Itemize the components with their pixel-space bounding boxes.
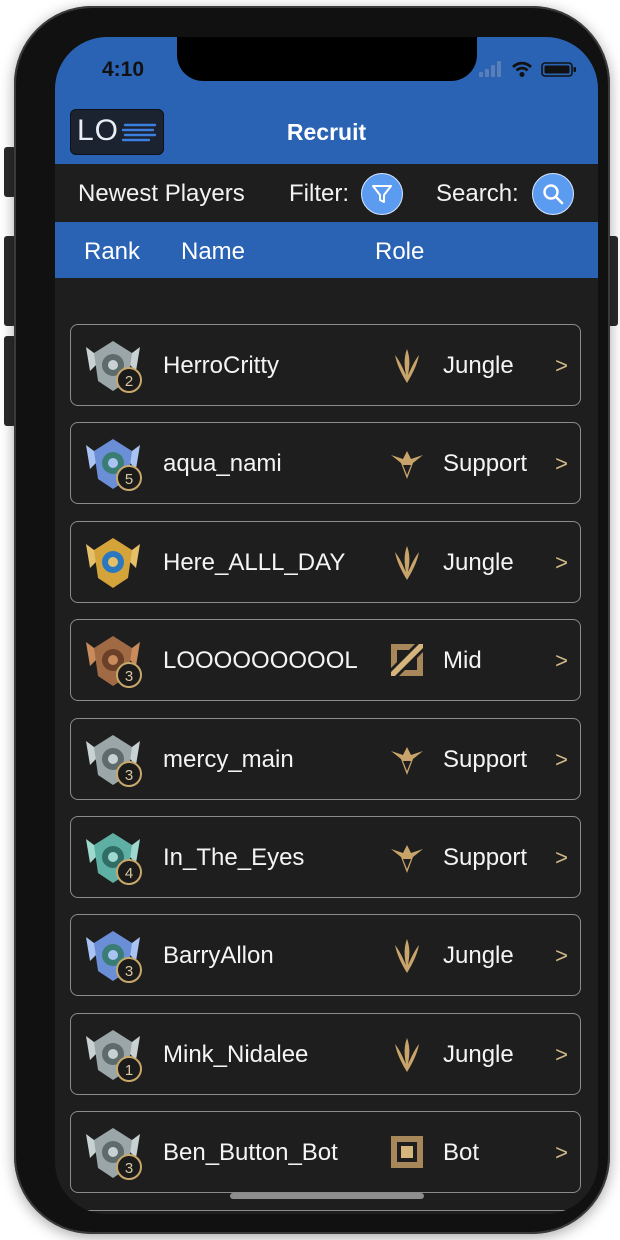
player-list[interactable]: 2 HerroCritty Jungle >5 aqua_nami Support > Her… (55, 278, 598, 1214)
rank-division-badge: 2 (116, 367, 142, 393)
chevron-right-icon: > (555, 451, 568, 477)
nav-bar: 4:10 LO Recruit (55, 37, 598, 164)
player-role: Support (443, 745, 528, 773)
column-rank: Rank (84, 238, 141, 265)
support-icon (391, 451, 423, 480)
player-row[interactable] (70, 1209, 581, 1214)
player-role: Bot (443, 1139, 480, 1167)
search-label: Search: (436, 180, 519, 207)
battery-icon (541, 62, 576, 77)
mid-icon (391, 644, 423, 677)
jungle-icon (395, 349, 419, 383)
search-icon (543, 184, 564, 205)
jungle-icon (395, 1037, 419, 1072)
player-row[interactable]: 5 aqua_nami Support > (70, 422, 581, 505)
filter-button[interactable] (361, 173, 403, 215)
player-row[interactable]: Here_ALLL_DAY Jungle > (70, 520, 581, 603)
wifi-icon (512, 61, 532, 77)
player-name: HerroCritty (163, 352, 280, 379)
status-time: 4:10 (102, 58, 145, 81)
status-icons (479, 61, 576, 77)
section-label: Newest Players (78, 180, 245, 207)
rank-division-badge: 3 (116, 1154, 142, 1181)
notch (177, 37, 477, 81)
column-name: Name (181, 238, 246, 265)
chevron-right-icon: > (555, 943, 568, 969)
player-row[interactable]: 3 LOOOOOOOOOL Mid > (70, 619, 581, 702)
player-name: Here_ALLL_DAY (163, 548, 346, 576)
support-icon (391, 845, 423, 873)
column-role: Role (375, 238, 425, 265)
player-row[interactable]: 2 HerroCritty Jungle > (70, 324, 581, 406)
player-name: BarryAllon (163, 942, 274, 970)
player-role: Jungle (443, 352, 514, 379)
chevron-right-icon: > (555, 746, 568, 772)
player-role: Jungle (443, 942, 514, 970)
player-row[interactable]: 3 BarryAllon Jungle > (70, 914, 581, 997)
support-icon (391, 746, 423, 775)
jungle-icon (395, 545, 419, 580)
player-row[interactable]: 1 Mink_Nidalee Jungle > (70, 1012, 581, 1095)
rank-division-badge: 1 (116, 1055, 142, 1082)
bot-icon (391, 1136, 423, 1169)
filter-label: Filter: (289, 180, 349, 207)
player-row[interactable]: 3 mercy_main Support > (70, 717, 581, 800)
player-name: mercy_main (163, 745, 294, 773)
player-role: Jungle (443, 1040, 514, 1068)
player-role: Support (443, 844, 528, 871)
chevron-right-icon: > (555, 353, 568, 378)
player-row[interactable]: 3 Ben_Button_Bot Bot > (70, 1111, 581, 1194)
home-indicator[interactable] (230, 1193, 424, 1199)
rank-division-badge: 3 (116, 662, 142, 689)
jungle-icon (395, 939, 419, 974)
chevron-right-icon: > (555, 648, 568, 674)
rank-division-badge: 4 (116, 859, 142, 885)
rank-emblem-icon (86, 537, 140, 588)
chevron-right-icon: > (555, 1041, 568, 1067)
filter-toolbar: Newest Players Filter: Search: (55, 164, 598, 222)
player-name: Mink_Nidalee (163, 1040, 309, 1068)
player-role: Jungle (443, 548, 514, 576)
app-screen: 4:10 LO Recruit Newest Players Filter: S… (55, 37, 598, 1214)
player-name: aqua_nami (163, 450, 282, 478)
filter-icon (372, 185, 392, 203)
rank-division-badge: 3 (116, 760, 142, 787)
player-name: LOOOOOOOOOL (163, 647, 358, 675)
search-button[interactable] (532, 173, 574, 215)
page-title: Recruit (286, 119, 367, 145)
player-row[interactable]: 4 In_The_Eyes Support > (70, 816, 581, 898)
chevron-right-icon: > (555, 845, 568, 870)
player-role: Mid (443, 647, 482, 675)
player-name: Ben_Button_Bot (163, 1139, 338, 1167)
phone-frame: 4:10 LO Recruit Newest Players Filter: S… (14, 6, 610, 1234)
column-header: Rank Name Role (55, 222, 598, 278)
cellular-signal-icon (479, 61, 501, 77)
player-role: Support (443, 450, 528, 478)
player-name: In_The_Eyes (163, 844, 305, 871)
chevron-right-icon: > (555, 549, 568, 575)
chevron-right-icon: > (555, 1140, 568, 1166)
